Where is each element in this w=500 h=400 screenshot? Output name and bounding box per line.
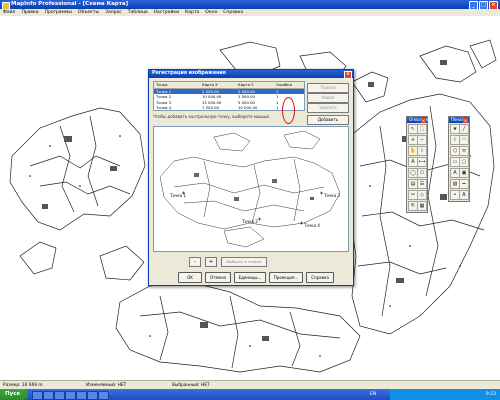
control-point-marker <box>320 191 323 195</box>
cancel-button[interactable]: Отмена <box>205 272 231 283</box>
cell-point: Точка 4 <box>156 105 172 110</box>
cell-map-x: 7 500.00 <box>202 105 219 110</box>
line-icon[interactable]: ╱ <box>459 124 469 134</box>
preview-label: Точка 2 <box>241 219 258 224</box>
taskbar-app-icon[interactable] <box>54 391 65 400</box>
app-titlebar[interactable]: MapInfo Professional - [Схема Карта] _ □… <box>0 0 500 10</box>
taskbar-app-icon[interactable] <box>76 391 87 400</box>
taskbar-app-icon[interactable] <box>98 391 109 400</box>
main-palette-title[interactable]: Операции × <box>407 117 430 123</box>
edit-point-button[interactable]: Правка <box>307 83 349 93</box>
preview-nav: - + Выбрать в списке <box>189 257 267 267</box>
col-map-y[interactable]: Карта Y <box>238 82 276 88</box>
frame-icon[interactable]: ▣ <box>459 168 469 178</box>
control-point-marker <box>258 217 261 221</box>
select-polygon-icon[interactable]: ⬠ <box>417 168 427 178</box>
arc-icon[interactable]: ◠ <box>459 135 469 145</box>
main-palette: Операции × ↖ ⬚ + − ✋ i A ⟷ ◯ ⬠ ▤ ☰ ✂ ◇ ⇱ … <box>406 116 430 213</box>
preview-label: Точка 3 <box>323 193 340 198</box>
image-registration-dialog: Регистрация изображения × Точка Карта X … <box>148 69 354 286</box>
menu-table[interactable]: Таблица <box>125 9 151 16</box>
ellipse-icon[interactable]: ⬭ <box>459 146 469 156</box>
text-style-icon[interactable]: Ꭺ <box>459 190 469 200</box>
clock: 9:23 <box>485 392 496 397</box>
drawing-palette: Пенал × ★ ╱ ⌇ ◠ ⬡ ⬭ ▭ ▢ A ▣ ▨ ━ • Ꭺ <box>448 116 470 202</box>
taskbar-app-icon[interactable] <box>65 391 76 400</box>
control-points-table: Точка Карта X Карта Y Ошибка Точка 1 2 5… <box>153 81 305 124</box>
language-indicator[interactable]: EN <box>370 389 376 400</box>
taskbar-app-icon[interactable] <box>43 391 54 400</box>
projection-button[interactable]: Проекция... <box>269 272 303 283</box>
drawing-palette-title[interactable]: Пенал × <box>449 117 469 123</box>
ok-button[interactable]: OK <box>178 272 202 283</box>
menu-objects[interactable]: Объекты <box>75 9 102 16</box>
marquee-icon[interactable]: ⬚ <box>417 124 427 134</box>
rounded-rect-icon[interactable]: ▢ <box>459 157 469 167</box>
cell-map-y: 10 000.00 <box>238 105 258 110</box>
ruler-icon[interactable]: ⟷ <box>417 157 427 167</box>
menu-options[interactable]: Настройки <box>151 9 182 16</box>
preview-map: Точка 1 Точка 2 Точка 3 Точка 4 <box>159 130 340 248</box>
start-button[interactable]: Пуск <box>0 389 28 400</box>
info-icon[interactable]: i <box>417 146 427 156</box>
col-map-x[interactable]: Карта X <box>202 82 238 88</box>
col-point[interactable]: Точка <box>154 82 202 88</box>
taskbar-app-icon[interactable] <box>87 391 98 400</box>
dialog-buttons: OK Отмена Единицы... Проекция... Справка <box>178 272 334 283</box>
new-point-button[interactable]: Новая <box>307 93 349 103</box>
line-style-icon[interactable]: ━ <box>459 179 469 189</box>
zoom-out-button[interactable]: - <box>189 257 201 267</box>
dialog-title: Регистрация изображения <box>152 71 226 76</box>
close-icon[interactable]: × <box>463 117 468 123</box>
menu-help[interactable]: Справка <box>220 9 246 16</box>
graph-icon[interactable]: ▦ <box>417 201 427 211</box>
close-icon[interactable]: × <box>421 117 426 123</box>
zoom-in-button[interactable]: + <box>205 257 217 267</box>
taskbar: Пуск EN 9:23 <box>0 389 500 400</box>
close-icon[interactable]: × <box>344 71 352 79</box>
taskbar-app-icon[interactable] <box>32 391 43 400</box>
layers-icon[interactable]: ☰ <box>417 179 427 189</box>
menu-edit[interactable]: Правка <box>18 9 41 16</box>
preview-label: Точка 4 <box>303 223 320 228</box>
add-point-button[interactable]: Добавить <box>307 115 349 125</box>
delete-point-button[interactable]: Удалить <box>307 103 349 113</box>
menu-file[interactable]: Файл <box>0 9 18 16</box>
dialog-hint: Чтобы добавить контрольную точку, выбери… <box>153 114 270 119</box>
system-tray: EN 9:23 <box>370 389 500 400</box>
image-preview[interactable]: Точка 1 Точка 2 Точка 3 Точка 4 <box>153 126 349 252</box>
menu-tools[interactable]: Программы <box>42 9 75 16</box>
reshape-icon[interactable]: ◇ <box>417 190 427 200</box>
start-label: Пуск <box>5 391 21 397</box>
units-button[interactable]: Единицы... <box>234 272 266 283</box>
menu-query[interactable]: Запрос <box>102 9 125 16</box>
menu-map[interactable]: Карта <box>182 9 202 16</box>
dialog-titlebar[interactable]: Регистрация изображения × <box>149 70 353 79</box>
menu-window[interactable]: Окно <box>202 9 220 16</box>
error-column-highlight <box>282 97 295 124</box>
app-title: MapInfo Professional - [Схема Карта] <box>11 1 129 7</box>
col-error[interactable]: Ошибка <box>276 82 300 88</box>
help-button[interactable]: Справка <box>306 272 334 283</box>
control-point-marker <box>300 221 303 225</box>
select-in-list-button[interactable]: Выбрать в списке <box>221 257 267 267</box>
zoom-out-icon[interactable]: − <box>417 135 427 145</box>
